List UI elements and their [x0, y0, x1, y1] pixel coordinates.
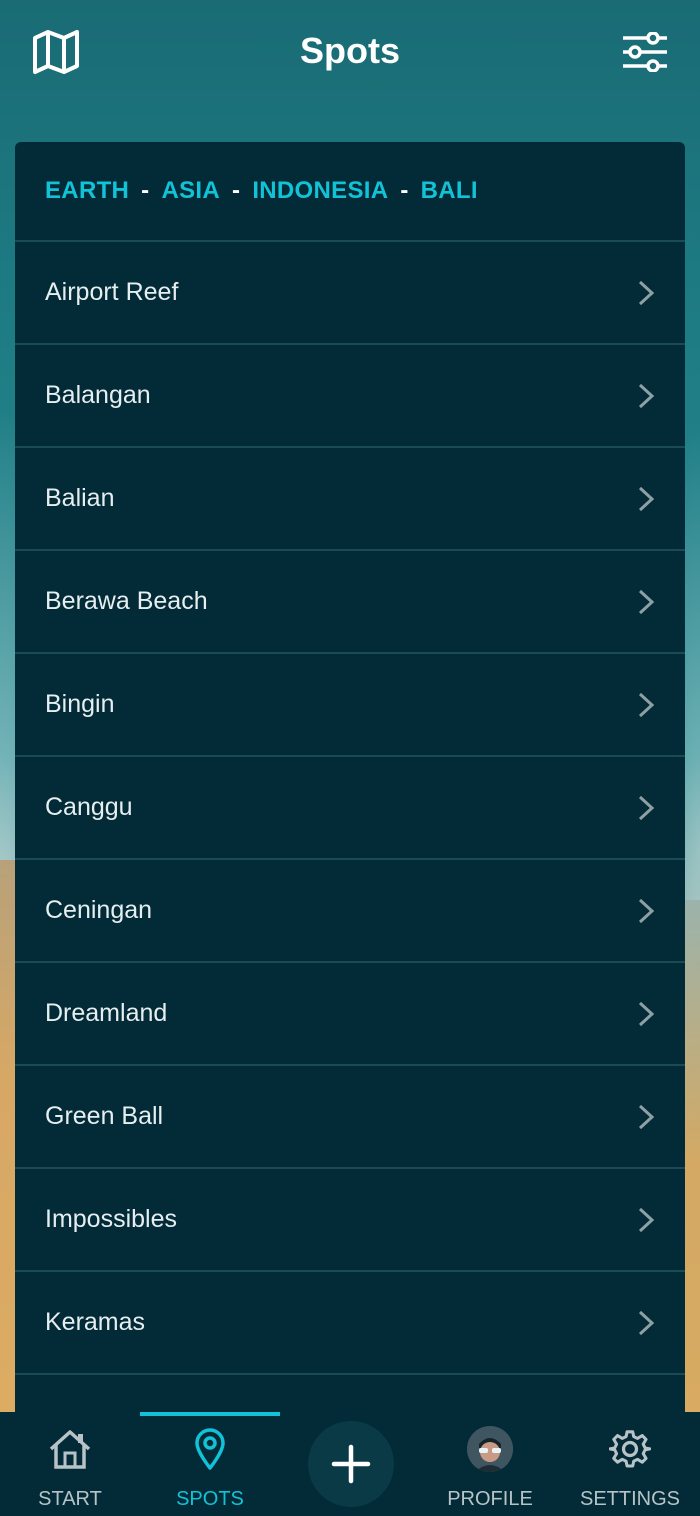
- chevron-right-icon: [638, 1001, 655, 1026]
- spot-row-balian[interactable]: Balian: [15, 448, 685, 551]
- spot-name: Bingin: [45, 690, 115, 718]
- breadcrumb-indonesia[interactable]: INDONESIA: [252, 177, 388, 205]
- spot-name: Berawa Beach: [45, 587, 208, 615]
- nav-settings-label: SETTINGS: [579, 1488, 680, 1510]
- breadcrumb-separator: -: [400, 177, 409, 204]
- spot-row-impossibles[interactable]: Impossibles: [15, 1169, 685, 1272]
- page-title: Spots: [299, 30, 400, 71]
- chevron-right-icon: [638, 589, 655, 614]
- breadcrumb-asia[interactable]: ASIA: [161, 177, 220, 205]
- spot-row-berawa-beach[interactable]: Berawa Beach: [15, 551, 685, 654]
- spot-row-bingin[interactable]: Bingin: [15, 654, 685, 757]
- breadcrumb: EARTH - ASIA - INDONESIA - BALI: [15, 142, 685, 242]
- top-bar: Spots: [0, 0, 700, 110]
- avatar: [467, 1426, 513, 1472]
- spot-name: Airport Reef: [45, 278, 179, 306]
- gear-icon: [609, 1430, 651, 1468]
- spot-name: Keramas: [45, 1308, 146, 1336]
- spot-name: Dreamland: [45, 999, 168, 1027]
- breadcrumb-separator: -: [141, 177, 150, 204]
- home-icon: [49, 1430, 91, 1469]
- sliders-icon: [623, 32, 667, 72]
- spot-row-balangan[interactable]: Balangan: [15, 345, 685, 448]
- chevron-right-icon: [638, 1104, 655, 1129]
- nav-start-label: START: [38, 1488, 102, 1510]
- chevron-right-icon: [638, 692, 655, 717]
- nav-spots-label: SPOTS: [176, 1488, 244, 1510]
- chevron-right-icon: [638, 1310, 655, 1335]
- breadcrumb-bali[interactable]: BALI: [421, 177, 478, 205]
- spot-row-dreamland[interactable]: Dreamland: [15, 963, 685, 1066]
- spot-row-canggu[interactable]: Canggu: [15, 757, 685, 860]
- chevron-right-icon: [638, 795, 655, 820]
- spot-name: Green Ball: [45, 1102, 164, 1130]
- spot-name: Balangan: [45, 381, 151, 409]
- plus-icon: [331, 1444, 371, 1484]
- spot-name: Impossibles: [45, 1205, 177, 1233]
- chevron-right-icon: [638, 486, 655, 511]
- breadcrumb-separator: -: [232, 177, 241, 204]
- spot-list: Airport Reef Balangan Balian Berawa Beac…: [15, 242, 685, 1432]
- nav-settings[interactable]: SETTINGS: [560, 1412, 700, 1516]
- avatar-icon: [467, 1426, 513, 1472]
- spot-row-keramas[interactable]: Keramas: [15, 1272, 685, 1375]
- nav-profile[interactable]: PROFILE: [420, 1412, 560, 1516]
- chevron-right-icon: [638, 898, 655, 923]
- add-spot-button[interactable]: [308, 1421, 394, 1507]
- filter-button[interactable]: [620, 30, 670, 74]
- spot-name: Ceningan: [45, 896, 153, 924]
- spots-card: EARTH - ASIA - INDONESIA - BALI Airport …: [15, 142, 685, 1432]
- location-pin-icon: [195, 1428, 225, 1470]
- chevron-right-icon: [638, 280, 655, 305]
- spot-row-green-ball[interactable]: Green Ball: [15, 1066, 685, 1169]
- nav-start[interactable]: START: [0, 1412, 140, 1516]
- spot-name: Canggu: [45, 793, 133, 821]
- chevron-right-icon: [638, 383, 655, 408]
- nav-spots[interactable]: SPOTS: [140, 1412, 280, 1516]
- breadcrumb-earth[interactable]: EARTH: [45, 177, 129, 205]
- spot-name: Balian: [45, 484, 115, 512]
- spot-row-airport-reef[interactable]: Airport Reef: [15, 242, 685, 345]
- chevron-right-icon: [638, 1207, 655, 1232]
- nav-profile-label: PROFILE: [447, 1488, 533, 1510]
- spot-row-ceningan[interactable]: Ceningan: [15, 860, 685, 963]
